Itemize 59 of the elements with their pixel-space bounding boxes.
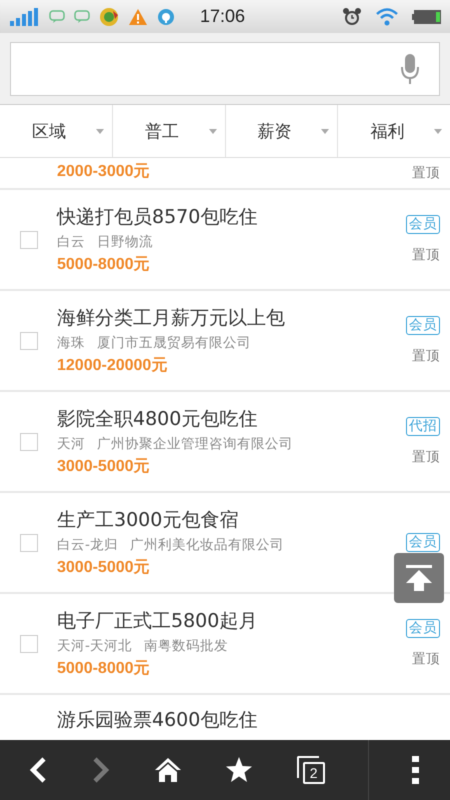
checkbox[interactable] — [20, 332, 38, 350]
search-field[interactable] — [10, 42, 440, 96]
chat-icon — [49, 10, 65, 24]
job-area: 海珠 — [57, 334, 85, 352]
caret-icon — [208, 128, 216, 134]
salary-range: 3000-5000元 — [57, 558, 151, 578]
member-tag: 会员 — [406, 316, 440, 335]
signal-icon — [10, 8, 40, 26]
member-tag: 会员 — [406, 215, 440, 234]
wifi-icon — [376, 8, 398, 26]
job-title[interactable]: 游乐园验票4600包吃住 — [57, 707, 390, 733]
member-tag: 会员 — [406, 533, 440, 552]
company-name: 广州协聚企业管理咨询有限公司 — [97, 435, 293, 453]
job-title[interactable]: 快递打包员8570包吃住 — [57, 204, 390, 230]
checkbox[interactable] — [20, 634, 38, 652]
company-name: 日野物流 — [97, 233, 153, 251]
app-icon — [157, 8, 175, 26]
battery-icon — [412, 8, 442, 24]
checkbox[interactable] — [20, 534, 38, 552]
clock-time: 17:06 — [200, 6, 246, 27]
pin-top-label: 置顶 — [412, 164, 440, 182]
caret-icon — [321, 128, 330, 134]
company-name: 广州利美化妆品有限公司 — [130, 536, 284, 554]
member-tag: 会员 — [406, 619, 440, 638]
caret-icon — [434, 128, 442, 134]
job-title[interactable]: 生产工3000元包食宿 — [57, 507, 390, 533]
pin-top-label: 置顶 — [412, 347, 440, 365]
salary-range: 3000-5000元 — [57, 457, 151, 477]
job-title[interactable]: 电子厂正式工5800起月 — [57, 608, 390, 634]
job-area: 天河-天河北 — [57, 637, 132, 655]
menu-icon[interactable] — [412, 756, 420, 784]
scroll-top-button[interactable] — [394, 553, 444, 603]
back-icon[interactable] — [28, 756, 48, 784]
job-area: 天河 — [57, 435, 85, 453]
alarm-icon — [342, 6, 362, 26]
checkbox[interactable] — [20, 230, 38, 248]
job-title[interactable]: 影院全职4800元包吃住 — [57, 406, 390, 432]
pin-top-label: 置顶 — [412, 246, 440, 264]
checkbox[interactable] — [20, 432, 38, 450]
star-icon[interactable] — [225, 757, 254, 783]
pin-top-label: 置顶 — [412, 448, 440, 466]
chat-icon — [74, 10, 90, 24]
salary-range: 5000-8000元 — [57, 659, 151, 679]
microphone-icon[interactable] — [401, 52, 419, 84]
job-title[interactable]: 海鲜分类工月薪万元以上包 — [57, 305, 390, 331]
pin-top-label: 置顶 — [412, 650, 440, 668]
salary-range: 2000-3000元 — [57, 162, 151, 182]
company-name: 南粤数码批发 — [144, 637, 228, 655]
warning-icon — [128, 8, 148, 26]
job-area: 白云-龙归 — [57, 536, 118, 554]
arrow-up-icon — [404, 563, 434, 593]
salary-range: 5000-8000元 — [57, 255, 151, 275]
home-icon[interactable] — [154, 757, 182, 783]
company-name: 厦门市五晟贸易有限公司 — [97, 334, 251, 352]
member-tag: 代招 — [406, 417, 440, 436]
job-area: 白云 — [57, 233, 85, 251]
caret-icon — [96, 128, 104, 134]
salary-range: 12000-20000元 — [57, 356, 168, 376]
app-icon — [99, 6, 119, 26]
